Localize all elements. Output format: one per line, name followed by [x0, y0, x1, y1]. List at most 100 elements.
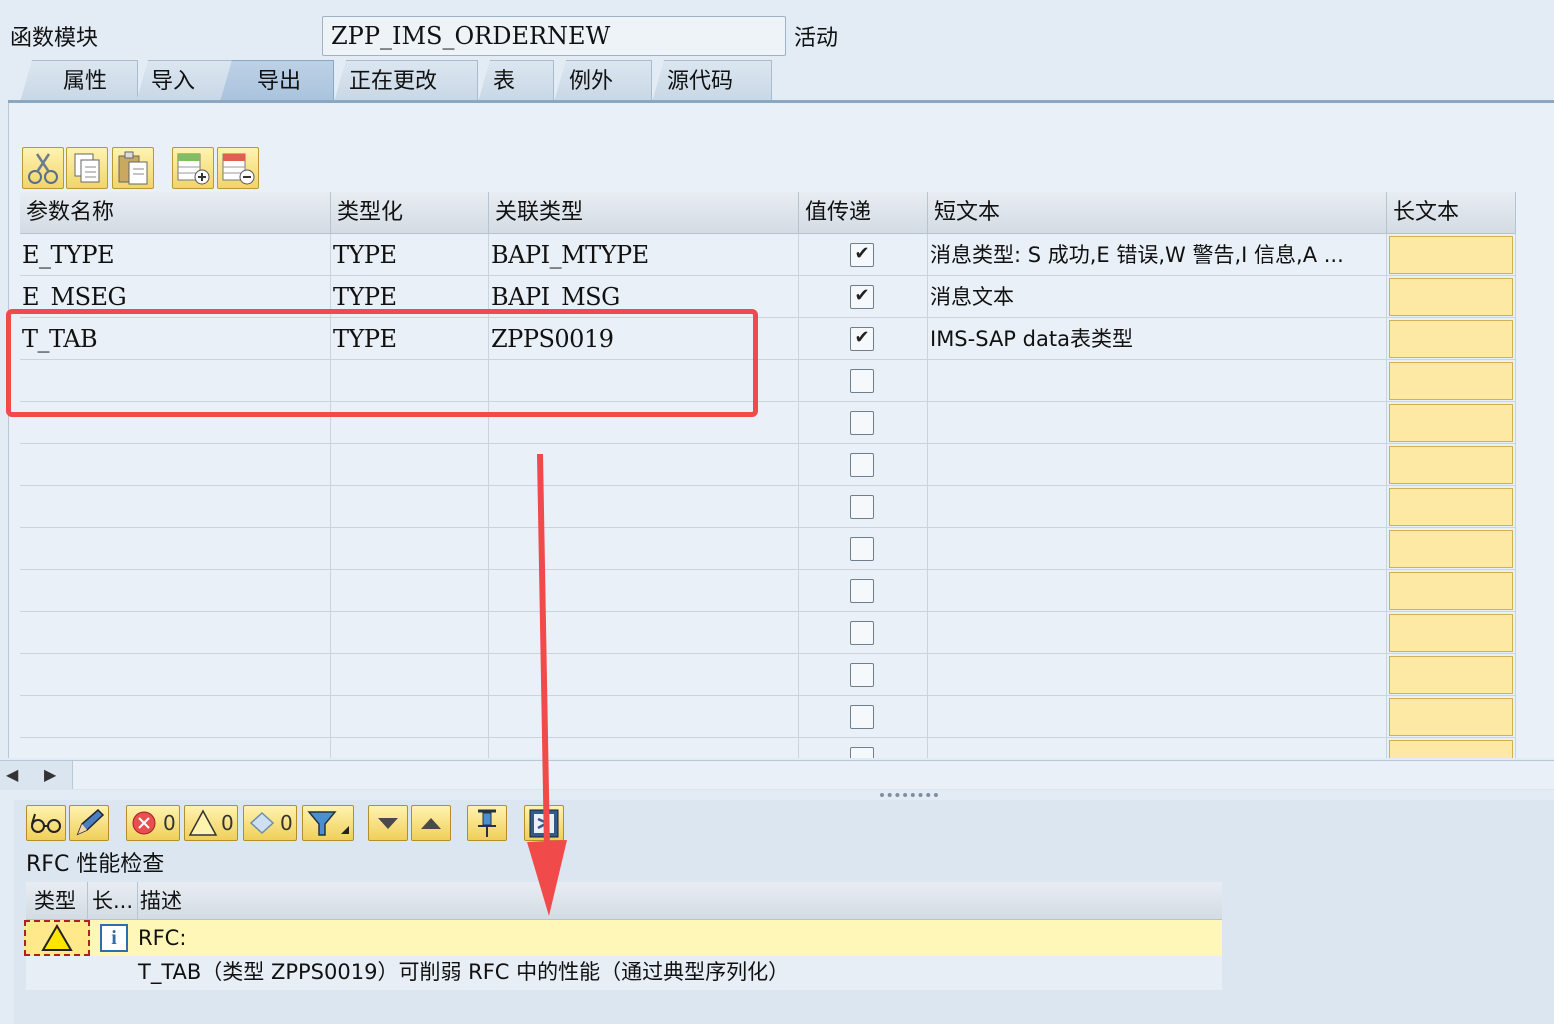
column-header-long-text[interactable]: 长文本 — [1387, 192, 1516, 234]
long-text-button[interactable] — [1389, 404, 1513, 442]
pass-by-value-cell[interactable]: ✔ — [799, 276, 928, 318]
long-text-button[interactable] — [1389, 320, 1513, 358]
pass-by-value-cell[interactable] — [799, 360, 928, 402]
filter-button[interactable] — [302, 805, 354, 841]
long-text-cell[interactable] — [1387, 402, 1516, 444]
long-text-cell[interactable] — [1387, 234, 1516, 276]
column-header-ref-type[interactable]: 关联类型 — [489, 192, 799, 234]
pass-by-value-cell[interactable]: ✔ — [799, 318, 928, 360]
column-header-typing[interactable]: 类型化 — [331, 192, 489, 234]
cell-name[interactable] — [20, 654, 331, 696]
long-text-button[interactable] — [1389, 488, 1513, 526]
edit-button[interactable] — [69, 805, 109, 841]
cell-short-text[interactable] — [928, 486, 1387, 528]
pass-by-value-checkbox[interactable] — [850, 453, 874, 477]
log-type-cell[interactable] — [24, 920, 90, 956]
pass-by-value-checkbox[interactable]: ✔ — [850, 285, 874, 309]
tab-changing[interactable]: 正在更改 — [334, 60, 478, 102]
horizontal-scrollbar[interactable]: ◀ ▶ — [0, 760, 1554, 797]
long-text-cell[interactable] — [1387, 738, 1516, 758]
table-row[interactable] — [20, 738, 1516, 758]
cell-typing[interactable] — [331, 444, 489, 486]
cell-typing[interactable] — [331, 654, 489, 696]
cut-button[interactable] — [22, 147, 64, 189]
log-column-long[interactable]: 长... — [88, 882, 138, 920]
move-up-button[interactable] — [411, 805, 451, 841]
pass-by-value-cell[interactable] — [799, 486, 928, 528]
table-row[interactable] — [20, 696, 1516, 738]
log-entry-row[interactable]: T_TAB（类型 ZPPS0019）可削弱 RFC 中的性能（通过典型序列化） — [26, 956, 1222, 990]
pass-by-value-checkbox[interactable] — [850, 495, 874, 519]
pass-by-value-checkbox[interactable] — [850, 663, 874, 687]
tab-tables[interactable]: 表 — [478, 60, 554, 102]
cell-typing[interactable] — [331, 738, 489, 758]
column-header-short-text[interactable]: 短文本 — [928, 192, 1387, 234]
table-row[interactable]: E_TYPE TYPE BAPI_MTYPE ✔ 消息类型: S 成功,E 错误,W 警… — [20, 234, 1516, 276]
pass-by-value-checkbox[interactable] — [850, 705, 874, 729]
cell-short-text[interactable] — [928, 612, 1387, 654]
tab-attributes[interactable]: 属性 — [20, 60, 138, 102]
table-row[interactable] — [20, 444, 1516, 486]
long-text-button[interactable] — [1389, 656, 1513, 694]
table-row[interactable] — [20, 612, 1516, 654]
cell-name[interactable] — [20, 528, 331, 570]
cell-name[interactable] — [20, 738, 331, 758]
cell-name[interactable]: E_TYPE — [20, 234, 331, 276]
cell-name[interactable] — [20, 486, 331, 528]
cell-typing[interactable] — [331, 486, 489, 528]
cell-short-text[interactable]: IMS-SAP data表类型 — [928, 318, 1387, 360]
long-text-cell[interactable] — [1387, 612, 1516, 654]
scroll-track[interactable] — [72, 761, 1554, 789]
long-text-cell[interactable] — [1387, 654, 1516, 696]
long-text-cell[interactable] — [1387, 318, 1516, 360]
cell-short-text[interactable] — [928, 696, 1387, 738]
cell-short-text[interactable] — [928, 654, 1387, 696]
pass-by-value-checkbox[interactable] — [850, 621, 874, 645]
table-row[interactable] — [20, 654, 1516, 696]
cell-name[interactable] — [20, 570, 331, 612]
cell-short-text[interactable] — [928, 402, 1387, 444]
move-down-button[interactable] — [368, 805, 408, 841]
cell-short-text[interactable] — [928, 360, 1387, 402]
pass-by-value-checkbox[interactable]: ✔ — [850, 243, 874, 267]
delete-row-button[interactable] — [217, 147, 259, 189]
table-row[interactable] — [20, 528, 1516, 570]
cell-short-text[interactable] — [928, 528, 1387, 570]
copy-button[interactable] — [66, 147, 108, 189]
details-button[interactable] — [26, 805, 66, 841]
pass-by-value-cell[interactable] — [799, 528, 928, 570]
pass-by-value-cell[interactable] — [799, 738, 928, 758]
insert-row-button[interactable] — [172, 147, 214, 189]
pass-by-value-checkbox[interactable] — [850, 369, 874, 393]
column-header-param-name[interactable]: 参数名称 — [20, 192, 331, 234]
pin-button[interactable] — [467, 805, 507, 841]
cell-typing[interactable] — [331, 612, 489, 654]
cell-typing[interactable]: TYPE — [331, 234, 489, 276]
log-column-type[interactable]: 类型 — [26, 882, 88, 920]
scroll-right-icon[interactable]: ▶ — [44, 765, 56, 784]
cell-typing[interactable] — [331, 696, 489, 738]
long-text-button[interactable] — [1389, 572, 1513, 610]
long-text-button[interactable] — [1389, 278, 1513, 316]
tab-exceptions[interactable]: 例外 — [554, 60, 652, 102]
pass-by-value-checkbox[interactable] — [850, 579, 874, 603]
cell-ref-type[interactable]: BAPI_MTYPE — [489, 234, 799, 276]
long-text-button[interactable] — [1389, 446, 1513, 484]
cell-short-text[interactable]: 消息文本 — [928, 276, 1387, 318]
cell-short-text[interactable]: 消息类型: S 成功,E 错误,W 警告,I 信息,A ... — [928, 234, 1387, 276]
paste-button[interactable] — [112, 147, 154, 189]
cell-short-text[interactable] — [928, 570, 1387, 612]
cell-short-text[interactable] — [928, 444, 1387, 486]
table-row[interactable] — [20, 486, 1516, 528]
long-text-cell[interactable] — [1387, 360, 1516, 402]
pass-by-value-checkbox[interactable]: ✔ — [850, 327, 874, 351]
cell-typing[interactable] — [331, 570, 489, 612]
filter-warnings-button[interactable]: 0 — [184, 805, 238, 841]
pass-by-value-cell[interactable] — [799, 654, 928, 696]
pass-by-value-cell[interactable]: ✔ — [799, 234, 928, 276]
pass-by-value-checkbox[interactable] — [850, 747, 874, 758]
scroll-left-icon[interactable]: ◀ — [6, 765, 18, 784]
long-text-button[interactable] — [1389, 236, 1513, 274]
cell-short-text[interactable] — [928, 738, 1387, 758]
info-icon[interactable]: i — [100, 924, 128, 952]
